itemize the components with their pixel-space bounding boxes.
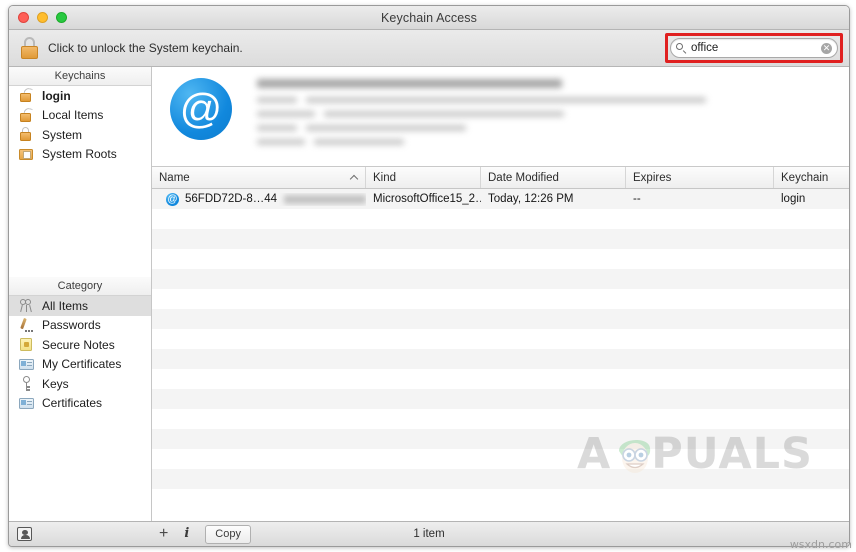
item-count-label: 1 item bbox=[413, 528, 445, 540]
cell-kind: MicrosoftOffice15_2… bbox=[373, 193, 481, 205]
column-header-name[interactable]: Name bbox=[152, 167, 366, 188]
sidebar-item-label: Keys bbox=[42, 376, 69, 391]
key-icon bbox=[19, 376, 35, 392]
category-section: Category All Items Passwords Secure Note… bbox=[9, 277, 151, 521]
sidebar-item-system-roots[interactable]: System Roots bbox=[9, 145, 151, 165]
search-icon bbox=[676, 42, 687, 54]
sidebar-item-label: System Roots bbox=[42, 147, 117, 162]
certificate-icon bbox=[19, 396, 35, 411]
column-label: Kind bbox=[373, 171, 397, 184]
sidebar-item-label: Passwords bbox=[42, 318, 101, 333]
table-row-empty bbox=[152, 349, 849, 369]
sidebar-item-local-items[interactable]: Local Items bbox=[9, 106, 151, 126]
item-detail-row bbox=[257, 97, 849, 103]
table-row-empty bbox=[152, 229, 849, 249]
toolbar: Click to unlock the System keychain. off… bbox=[9, 30, 849, 67]
main-pane: @ Name Kind Date Modified Expires Keycha… bbox=[152, 67, 849, 521]
cell-name: @ 56FDD72D-8…44 bbox=[152, 192, 366, 206]
sidebar-item-my-certificates[interactable]: My Certificates bbox=[9, 355, 151, 375]
unlock-label: Click to unlock the System keychain. bbox=[48, 41, 243, 55]
table-row-empty bbox=[152, 389, 849, 409]
table-row-empty bbox=[152, 489, 849, 509]
column-header-date-modified[interactable]: Date Modified bbox=[481, 167, 626, 188]
chevron-up-icon bbox=[351, 174, 358, 181]
item-detail-title-redacted bbox=[257, 79, 562, 88]
table-row-empty bbox=[152, 209, 849, 229]
keychains-header: Keychains bbox=[9, 67, 151, 86]
pencil-icon bbox=[19, 317, 35, 333]
window-title: Keychain Access bbox=[381, 10, 477, 25]
column-header-keychain[interactable]: Keychain bbox=[774, 167, 849, 188]
item-name: 56FDD72D-8…44 bbox=[185, 193, 278, 205]
search-highlight-annotation: office ✕ bbox=[665, 33, 843, 63]
table-header: Name Kind Date Modified Expires Keychain bbox=[152, 167, 849, 189]
column-label: Name bbox=[159, 171, 190, 184]
sidebar-item-all-items[interactable]: All Items bbox=[9, 296, 151, 316]
column-header-kind[interactable]: Kind bbox=[366, 167, 481, 188]
table-row-empty bbox=[152, 289, 849, 309]
sidebar-item-secure-notes[interactable]: Secure Notes bbox=[9, 335, 151, 355]
folder-keychain-icon bbox=[19, 147, 35, 162]
column-label: Keychain bbox=[781, 171, 829, 184]
status-bar: + i Copy 1 item bbox=[9, 521, 849, 546]
cell-keychain: login bbox=[781, 193, 806, 205]
table-row-empty bbox=[152, 469, 849, 489]
category-header: Category bbox=[9, 277, 151, 296]
sidebar: Keychains login Local Items System Syste… bbox=[9, 67, 152, 521]
unlocked-keychain-icon bbox=[19, 87, 35, 103]
keychains-section: Keychains login Local Items System Syste… bbox=[9, 67, 151, 277]
table-row-empty bbox=[152, 269, 849, 289]
item-name-redacted bbox=[284, 194, 366, 204]
sidebar-item-keys[interactable]: Keys bbox=[9, 374, 151, 394]
table-row-empty bbox=[152, 369, 849, 389]
column-label: Date Modified bbox=[488, 171, 559, 184]
sidebar-item-label: My Certificates bbox=[42, 357, 122, 372]
sidebar-item-label: Secure Notes bbox=[42, 337, 115, 352]
at-sign-icon: @ bbox=[166, 192, 179, 206]
table-row-empty bbox=[152, 249, 849, 269]
item-detail-fields bbox=[257, 76, 849, 166]
sidebar-item-label: Certificates bbox=[42, 396, 103, 411]
sidebar-item-passwords[interactable]: Passwords bbox=[9, 316, 151, 336]
source-watermark: wsxdn.com bbox=[789, 538, 852, 551]
sidebar-item-login[interactable]: login bbox=[9, 86, 151, 106]
table-row-empty bbox=[152, 409, 849, 429]
table-row-empty bbox=[152, 309, 849, 329]
sidebar-item-label: login bbox=[42, 88, 71, 103]
item-detail-row bbox=[257, 125, 849, 131]
search-input[interactable]: office ✕ bbox=[670, 38, 838, 58]
sidebar-item-label: Local Items bbox=[42, 108, 104, 123]
table-row[interactable]: @ 56FDD72D-8…44 MicrosoftOffice15_2… Tod… bbox=[152, 189, 849, 209]
column-label: Expires bbox=[633, 171, 672, 184]
unlocked-keychain-icon bbox=[19, 106, 35, 123]
padlock-icon bbox=[21, 37, 38, 59]
table-row-empty bbox=[152, 429, 849, 449]
keyring-icon bbox=[19, 298, 35, 313]
clear-icon[interactable]: ✕ bbox=[821, 42, 832, 54]
item-detail-row bbox=[257, 139, 849, 145]
secure-note-icon bbox=[19, 337, 35, 352]
keychain-access-window: Keychain Access Click to unlock the Syst… bbox=[8, 5, 850, 547]
sidebar-item-label: System bbox=[42, 127, 83, 142]
table-row-empty bbox=[152, 449, 849, 469]
sidebar-item-label: All Items bbox=[42, 298, 89, 313]
sidebar-item-system[interactable]: System bbox=[9, 125, 151, 145]
table-row-empty bbox=[152, 329, 849, 349]
search-input-value: office bbox=[691, 42, 719, 54]
column-header-expires[interactable]: Expires bbox=[626, 167, 774, 188]
unlock-system-keychain-button[interactable]: Click to unlock the System keychain. bbox=[21, 37, 243, 59]
item-detail-row bbox=[257, 111, 849, 117]
at-sign-icon: @ bbox=[170, 78, 232, 140]
window-body: Keychains login Local Items System Syste… bbox=[9, 67, 849, 521]
sidebar-item-certificates[interactable]: Certificates bbox=[9, 394, 151, 414]
locked-keychain-icon bbox=[19, 127, 35, 142]
items-table[interactable]: @ 56FDD72D-8…44 MicrosoftOffice15_2… Tod… bbox=[152, 189, 849, 521]
cell-expires: -- bbox=[633, 193, 641, 205]
item-detail-panel: @ bbox=[152, 67, 849, 167]
cell-date-modified: Today, 12:26 PM bbox=[488, 193, 574, 205]
certificate-icon bbox=[19, 357, 35, 372]
title-bar: Keychain Access bbox=[9, 6, 849, 30]
